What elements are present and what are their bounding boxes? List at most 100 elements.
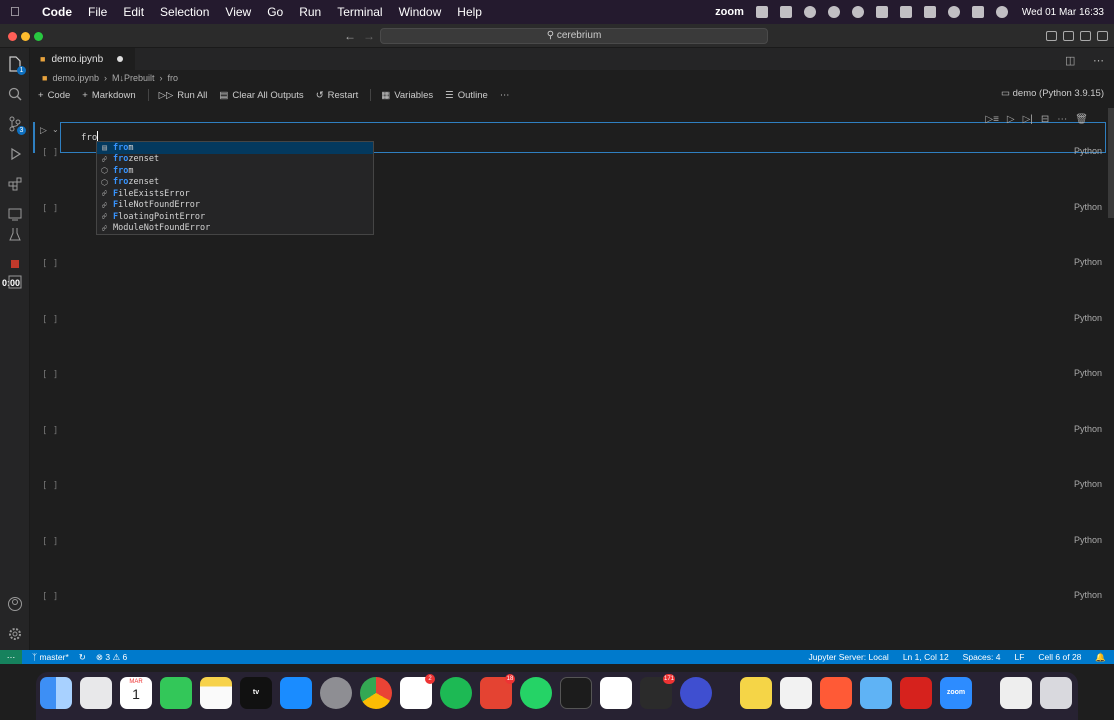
cell-language[interactable]: Python <box>1074 313 1102 323</box>
menu-window[interactable]: Window <box>399 5 442 19</box>
cell-more-icon[interactable]: ⋯ <box>1057 114 1067 125</box>
jupyter-server-status[interactable]: Jupyter Server: Local <box>809 652 889 663</box>
remote-indicator-icon[interactable]: ⋯ <box>0 650 22 664</box>
apple-icon[interactable]:  <box>10 5 24 19</box>
suggestion-item[interactable]: ☍ FileExistsError <box>97 188 373 200</box>
close-button[interactable] <box>8 32 17 41</box>
split-editor-icon[interactable]: ◫ <box>1065 54 1075 67</box>
menu-terminal[interactable]: Terminal <box>337 5 382 19</box>
breadcrumb-item[interactable]: fro <box>167 73 178 83</box>
vscode-icon[interactable] <box>600 677 632 709</box>
delete-cell-icon[interactable]: 🗑 <box>1075 114 1088 125</box>
remote-explorer-icon[interactable] <box>7 206 23 222</box>
tray-icon-1[interactable] <box>755 6 768 18</box>
kernel-picker[interactable]: ▭ demo (Python 3.9.15) <box>1001 88 1104 99</box>
gear-icon[interactable] <box>803 6 816 18</box>
code-cell[interactable]: [ ] Python <box>30 479 1114 534</box>
notes-icon[interactable] <box>200 677 232 709</box>
linear-icon[interactable]: 171 <box>640 674 675 709</box>
calendar-icon[interactable]: MAR 1 <box>120 677 152 709</box>
run-by-line-icon[interactable]: ▷≡ <box>985 114 999 125</box>
unsaved-dot-icon[interactable] <box>117 56 124 62</box>
bluetooth-icon[interactable] <box>899 6 912 18</box>
siri-icon[interactable] <box>995 6 1008 18</box>
messages-icon[interactable] <box>160 677 192 709</box>
more-actions-icon[interactable]: ⋯ <box>1093 54 1104 67</box>
sync-icon[interactable]: ↻ <box>79 652 86 663</box>
run-all-button[interactable]: ▷▷ Run All <box>159 90 208 101</box>
proton-icon[interactable] <box>680 677 712 709</box>
tray-icon-2[interactable] <box>779 6 792 18</box>
eol-status[interactable]: LF <box>1014 652 1024 663</box>
chrome-icon[interactable] <box>360 677 392 709</box>
wifi-icon[interactable] <box>923 6 936 18</box>
suggestion-item[interactable]: ☍ FloatingPointError <box>97 211 373 223</box>
spotify-icon[interactable] <box>440 677 472 709</box>
run-debug-icon[interactable] <box>7 146 23 162</box>
suggestion-item[interactable]: ☍ frozenset <box>97 154 373 166</box>
extensions-icon[interactable] <box>7 176 23 192</box>
cell-language[interactable]: Python <box>1074 590 1102 600</box>
trash-icon[interactable] <box>1040 677 1072 709</box>
cell-language[interactable]: Python <box>1074 535 1102 545</box>
run-cell-icon[interactable]: ▷ <box>40 125 47 136</box>
code-cell[interactable]: [ ] Python <box>30 535 1114 590</box>
document-stack-icon[interactable] <box>1000 677 1032 709</box>
cell-language[interactable]: Python <box>1074 368 1102 378</box>
acrobat-icon[interactable] <box>900 677 932 709</box>
stop-recording-icon[interactable] <box>7 256 23 272</box>
cell-position[interactable]: Cell 6 of 28 <box>1038 652 1081 663</box>
stickies-icon[interactable] <box>740 677 772 709</box>
menu-help[interactable]: Help <box>457 5 482 19</box>
suggestion-item[interactable]: ☍ FileNotFoundError <box>97 200 373 212</box>
bell-icon[interactable]: 🔔 <box>1095 652 1106 663</box>
search-icon[interactable] <box>947 6 960 18</box>
app-store-icon[interactable] <box>280 677 312 709</box>
suggestion-item[interactable]: ⬡ from <box>97 165 373 177</box>
jupyter-icon[interactable] <box>7 274 23 290</box>
volume-icon[interactable] <box>875 6 888 18</box>
launchpad-icon[interactable] <box>80 677 112 709</box>
zoom-tray[interactable]: zoom <box>715 6 744 18</box>
execute-above-icon[interactable]: ▷ <box>1007 114 1015 125</box>
restart-button[interactable]: ↺ Restart <box>316 90 359 101</box>
clear-outputs-button[interactable]: ▤ Clear All Outputs <box>219 90 303 101</box>
clock[interactable]: Wed 01 Mar 16:33 <box>1022 7 1104 18</box>
indentation-status[interactable]: Spaces: 4 <box>963 652 1001 663</box>
explorer-icon[interactable]: 1 <box>7 56 26 75</box>
chevron-down-icon[interactable]: ⌄ <box>52 125 59 134</box>
branch-indicator[interactable]: ᛉ master* <box>32 652 69 662</box>
menu-app[interactable]: Code <box>42 5 72 19</box>
screenshot-app-icon[interactable] <box>860 677 892 709</box>
customize-layout-icon[interactable] <box>1097 31 1108 41</box>
maximize-button[interactable] <box>34 32 43 41</box>
cell-language[interactable]: Python <box>1074 202 1102 212</box>
settings-gear-icon[interactable] <box>7 626 23 642</box>
code-cell[interactable]: [ ] Python <box>30 424 1114 479</box>
editor-scrollbar[interactable] <box>1108 108 1114 218</box>
zoom-icon[interactable]: zoom <box>940 677 972 709</box>
todoist-icon[interactable]: 18 <box>480 674 515 709</box>
tab-demo-ipynb[interactable]: ■ demo.ipynb <box>30 48 136 70</box>
system-settings-icon[interactable] <box>320 677 352 709</box>
menu-view[interactable]: View <box>225 5 251 19</box>
code-cell[interactable]: [ ] Python <box>30 590 1114 646</box>
finder-icon[interactable] <box>40 677 72 709</box>
menu-edit[interactable]: Edit <box>123 5 144 19</box>
execute-below-icon[interactable]: ▷| <box>1023 114 1033 125</box>
suggestion-item[interactable]: ⬡ frozenset <box>97 177 373 189</box>
split-cell-icon[interactable]: ⊟ <box>1041 114 1049 125</box>
breadcrumb-item[interactable]: M↓Prebuilt <box>112 73 155 83</box>
suggestion-item[interactable]: ☍ ModuleNotFoundError <box>97 223 373 235</box>
cell-language[interactable]: Python <box>1074 479 1102 489</box>
moon-icon[interactable] <box>851 6 864 18</box>
minimize-button[interactable] <box>21 32 30 41</box>
code-cell[interactable]: [ ] Python <box>30 313 1114 368</box>
menu-selection[interactable]: Selection <box>160 5 209 19</box>
breadcrumb-item[interactable]: demo.ipynb <box>52 73 99 83</box>
back-arrow-icon[interactable]: ← <box>344 29 356 43</box>
whatsapp-icon[interactable] <box>520 677 552 709</box>
toggle-panel-icon[interactable] <box>1063 31 1074 41</box>
textedit-icon[interactable] <box>780 677 812 709</box>
slack-icon[interactable]: 2 <box>400 674 435 709</box>
